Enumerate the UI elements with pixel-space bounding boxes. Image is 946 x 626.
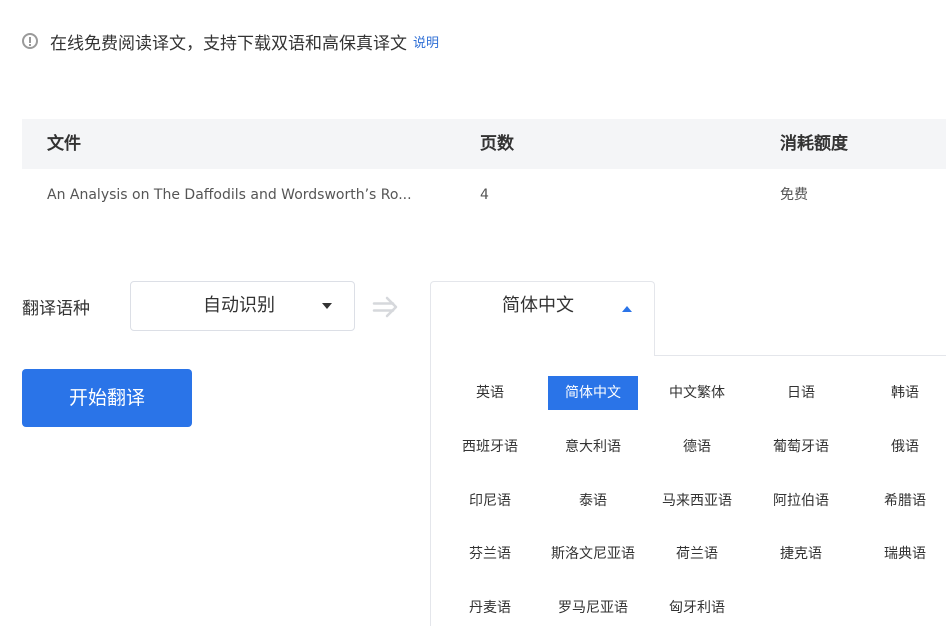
language-option-spanish[interactable]: 西班牙语 xyxy=(445,430,535,464)
language-option-simplified-chinese[interactable]: 简体中文 xyxy=(548,376,638,410)
file-name-cell: An Analysis on The Daffodils and Wordswo… xyxy=(47,187,412,203)
source-language-select[interactable]: 自动识别 xyxy=(130,281,355,331)
column-header-cost: 消耗额度 xyxy=(780,134,848,154)
language-option-arabic[interactable]: 阿拉伯语 xyxy=(756,484,846,518)
target-language-value: 简体中文 xyxy=(502,295,574,316)
language-option-indonesian[interactable]: 印尼语 xyxy=(445,484,535,518)
language-option-russian[interactable]: 俄语 xyxy=(860,430,946,464)
language-option-korean[interactable]: 韩语 xyxy=(860,376,946,410)
language-option-czech[interactable]: 捷克语 xyxy=(756,537,846,571)
notice-explain-link[interactable]: 说明 xyxy=(413,32,439,51)
language-option-italian[interactable]: 意大利语 xyxy=(548,430,638,464)
info-icon xyxy=(22,33,38,49)
language-label: 翻译语种 xyxy=(22,299,90,319)
language-option-swedish[interactable]: 瑞典语 xyxy=(860,537,946,571)
language-option-german[interactable]: 德语 xyxy=(652,430,742,464)
language-option-japanese[interactable]: 日语 xyxy=(756,376,846,410)
language-option-malay[interactable]: 马来西亚语 xyxy=(652,484,742,518)
cost-cell: 免费 xyxy=(780,187,808,203)
table-row: An Analysis on The Daffodils and Wordswo… xyxy=(22,169,946,221)
language-option-english[interactable]: 英语 xyxy=(445,376,535,410)
file-table: 文件 页数 消耗额度 An Analysis on The Daffodils … xyxy=(22,119,946,221)
language-option-slovenian[interactable]: 斯洛文尼亚语 xyxy=(543,537,643,571)
target-language-select[interactable]: 简体中文 xyxy=(430,281,655,356)
language-option-greek[interactable]: 希腊语 xyxy=(860,484,946,518)
start-translate-button[interactable]: 开始翻译 xyxy=(22,369,192,427)
column-header-pages: 页数 xyxy=(480,134,514,154)
chevron-up-icon xyxy=(622,306,632,312)
chevron-down-icon xyxy=(322,303,332,309)
column-header-file: 文件 xyxy=(47,134,81,154)
language-option-dutch[interactable]: 荷兰语 xyxy=(652,537,742,571)
language-option-finnish[interactable]: 芬兰语 xyxy=(445,537,535,571)
translate-page: 在线免费阅读译文，支持下载双语和高保真译文 说明 文件 页数 消耗额度 An A… xyxy=(0,0,946,626)
table-header: 文件 页数 消耗额度 xyxy=(22,119,946,169)
source-language-value: 自动识别 xyxy=(203,295,275,316)
language-option-thai[interactable]: 泰语 xyxy=(548,484,638,518)
language-option-romanian[interactable]: 罗马尼亚语 xyxy=(548,591,638,625)
language-option-danish[interactable]: 丹麦语 xyxy=(445,591,535,625)
language-option-traditional-chinese[interactable]: 中文繁体 xyxy=(652,376,742,410)
language-option-hungarian[interactable]: 匈牙利语 xyxy=(652,591,742,625)
notice-text: 在线免费阅读译文，支持下载双语和高保真译文 xyxy=(50,33,407,54)
language-option-portuguese[interactable]: 葡萄牙语 xyxy=(756,430,846,464)
target-language-dropdown: 英语 简体中文 中文繁体 日语 韩语 西班牙语 意大利语 德语 葡萄牙语 俄语 … xyxy=(430,355,946,626)
page-count-cell: 4 xyxy=(480,187,489,203)
notice-bar: 在线免费阅读译文，支持下载双语和高保真译文 说明 xyxy=(22,28,439,54)
swap-arrow-icon xyxy=(372,296,398,318)
